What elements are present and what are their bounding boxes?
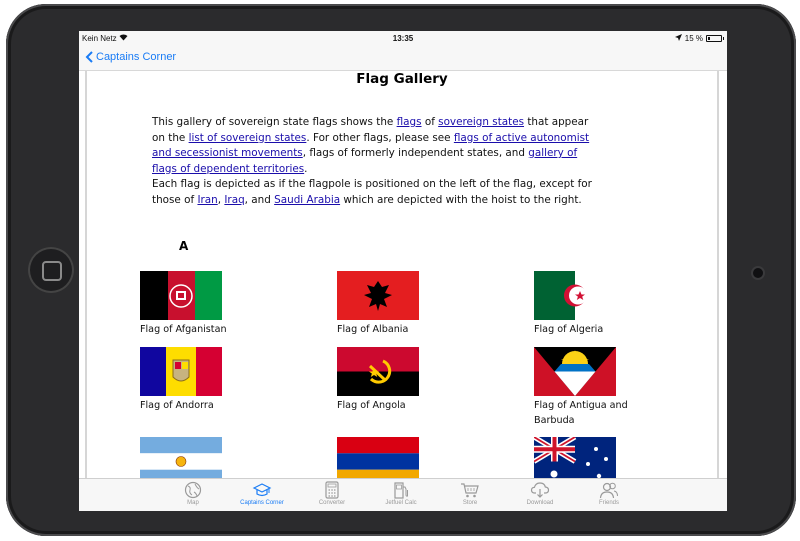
link-iraq[interactable]: Iraq [224,194,244,206]
intro-text: of [421,116,439,128]
tab-bar: Map Captains Corner Converter Jetfuel Ca… [79,478,727,511]
flag-card-antigua-and-barbuda[interactable]: Flag of Antigua and Barbuda [534,347,634,428]
flag-caption: Flag of Algeria [534,324,604,335]
tab-converter[interactable]: Converter [297,481,367,506]
flag-card-andorra[interactable]: Flag of Andorra [140,347,240,413]
battery-percent: 15 % [684,34,703,43]
section-letter: A [179,239,189,253]
flag-caption: Flag of Andorra [140,400,214,411]
intro-text: . [304,162,308,175]
back-button-label: Captains Corner [96,51,177,63]
status-bar: Kein Netz 13:35 15 % [79,31,727,47]
intro-text: . For other flags, please see [306,131,454,144]
web-content[interactable]: Flag Gallery This gallery of sovereign s… [85,71,719,478]
location-arrow-icon [674,34,682,43]
friends-icon [599,482,618,499]
flag-caption: Flag of Antigua and Barbuda [534,400,628,426]
intro-paragraph: This gallery of sovereign state flags sh… [152,115,592,208]
back-button[interactable]: Captains Corner [85,51,176,63]
flag-image-argentina[interactable] [140,437,222,478]
link-iran[interactable]: Iran [197,194,217,206]
battery-fill [708,37,710,40]
intro-text: , flags of formerly independent states, … [302,147,529,159]
chevron-left-icon [85,51,93,63]
tab-map[interactable]: Map [158,481,228,506]
flag-card-armenia[interactable] [337,437,419,478]
tab-label: Friends [598,500,619,506]
tab-label: Captains Corner [240,500,284,506]
tab-label: Download [526,500,554,506]
tab-download[interactable]: Download [505,481,575,506]
link-sovereign-states[interactable]: sovereign states [438,116,524,128]
flag-card-angola[interactable]: Flag of Angola [337,347,437,413]
tab-friends[interactable]: Friends [574,481,644,506]
link-saudi-arabia[interactable]: Saudi Arabia [274,194,340,206]
screen: Kein Netz 13:35 15 % Captains Corner Fla… [79,31,727,511]
flag-image-australia[interactable] [534,437,616,478]
intro-text: This gallery of sovereign state flags sh… [152,116,397,128]
flag-caption: Flag of Angola [337,400,406,411]
cloud-download-icon [530,482,550,498]
captain-hat-icon [252,483,272,497]
link-list-of-sovereign-states[interactable]: list of sovereign states [189,132,307,144]
flag-image-afghanistan[interactable] [140,271,222,320]
cart-icon [461,483,479,498]
clock: 13:35 [392,34,414,43]
flag-image-angola[interactable] [337,347,419,396]
tab-label: Converter [318,500,346,506]
flag-caption: Flag of Albania [337,324,409,335]
flag-image-andorra[interactable] [140,347,222,396]
page-title: Flag Gallery [356,71,448,87]
flag-image-antigua-and-barbuda[interactable] [534,347,616,396]
home-button[interactable] [28,247,74,293]
flag-caption: Flag of Afganistan [140,324,227,335]
flag-image-albania[interactable] [337,271,419,320]
flag-card-albania[interactable]: Flag of Albania [337,271,437,337]
globe-icon [184,481,202,499]
tab-captains-corner[interactable]: Captains Corner [227,481,297,506]
flag-card-australia[interactable] [534,437,616,478]
tab-label: Map [187,500,199,506]
calculator-icon [325,481,339,499]
tab-label: Store [462,500,478,506]
intro-text: which are depicted with the hoist to the… [340,193,582,206]
tab-label: Jetfuel Calc [385,500,417,506]
flag-card-afghanistan[interactable]: Flag of Afganistan [140,271,240,337]
link-flags[interactable]: flags [397,116,422,128]
navigation-bar: Captains Corner [79,47,727,71]
status-right: 15 % [674,34,724,43]
battery-icon [706,35,724,42]
front-camera [753,268,763,278]
tab-jetfuel-calc[interactable]: Jetfuel Calc [366,481,436,506]
flag-image-algeria[interactable] [534,271,616,320]
flag-image-armenia[interactable] [337,437,419,478]
flag-card-algeria[interactable]: Flag of Algeria [534,271,634,337]
intro-text: , and [244,193,275,206]
flag-card-argentina[interactable] [140,437,222,478]
fuel-pump-icon [394,482,408,499]
tab-store[interactable]: Store [435,481,505,506]
